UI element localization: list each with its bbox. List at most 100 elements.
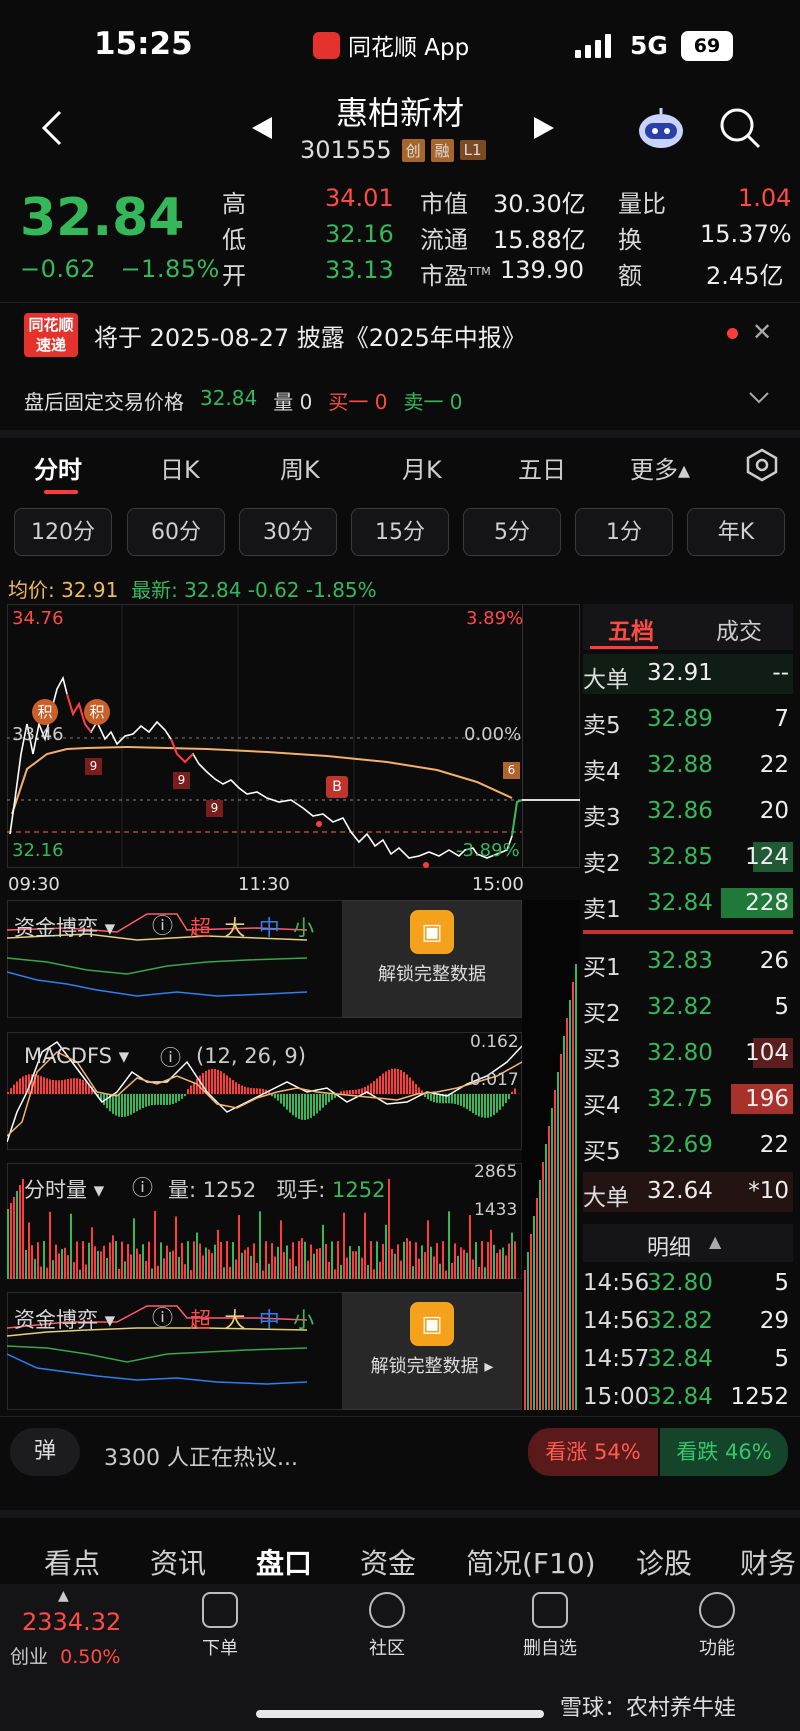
minute-60-button[interactable]: 60分 xyxy=(127,508,225,556)
news-unread-dot xyxy=(727,328,738,339)
macd-bar xyxy=(289,1094,291,1113)
sell-2-row[interactable]: 卖2 32.85 124 xyxy=(583,838,793,878)
macd-bar xyxy=(241,1085,243,1094)
news-text[interactable]: 将于 2025-08-27 披露《2025年中报》 xyxy=(94,318,526,353)
robot-assistant-icon[interactable] xyxy=(636,106,686,150)
tab-order-book[interactable]: 盘口 xyxy=(256,1542,312,1582)
sell-3-row[interactable]: 卖3 32.86 20 xyxy=(583,792,793,832)
volume-bar xyxy=(166,1245,168,1279)
tab-five-levels[interactable]: 五档 xyxy=(608,612,654,646)
unlock-overlay-2[interactable]: ▣ 解锁完整数据 ▸ xyxy=(342,1292,522,1410)
macd-bar xyxy=(373,1080,375,1094)
volume-bar xyxy=(277,1246,279,1279)
next-stock-icon[interactable] xyxy=(532,115,556,141)
strip-bar xyxy=(527,1252,529,1410)
volume-bar xyxy=(412,1266,414,1279)
tab-profile[interactable]: 简况(F10) xyxy=(466,1542,596,1582)
close-icon[interactable]: ✕ xyxy=(752,318,772,346)
help-icon-2[interactable]: ⓘ xyxy=(152,1302,173,1332)
unlock-overlay-1[interactable]: ▣ 解锁完整数据 xyxy=(342,900,522,1018)
detail-header[interactable]: 明细 ▲ xyxy=(583,1224,793,1262)
buy-2-row[interactable]: 买2 32.82 5 xyxy=(583,988,793,1028)
tab-news[interactable]: 资讯 xyxy=(150,1542,206,1582)
minute-30-button[interactable]: 30分 xyxy=(239,508,337,556)
volume-bar xyxy=(280,1220,282,1279)
tab-weekly-k[interactable]: 周K xyxy=(280,450,320,485)
minute-15-button[interactable]: 15分 xyxy=(351,508,449,556)
macd-bar xyxy=(58,1080,60,1094)
buy-3-row[interactable]: 买3 32.80 104 xyxy=(583,1034,793,1074)
volume-bar xyxy=(499,1249,501,1279)
chevron-down-icon[interactable] xyxy=(748,390,770,406)
volume-label[interactable]: 分时量 ▾ xyxy=(24,1174,104,1204)
order-button[interactable]: 下单 xyxy=(175,1592,265,1660)
volume-bar xyxy=(514,1241,516,1279)
marker-nine-1: 9 xyxy=(85,758,102,775)
news-logo: 同花顺 速递 xyxy=(24,313,78,357)
macd-help-icon[interactable]: ⓘ xyxy=(160,1042,181,1072)
macd-bar xyxy=(136,1094,138,1112)
network-type: 5G xyxy=(630,31,668,60)
sell-5-row[interactable]: 卖5 32.89 7 xyxy=(583,700,793,740)
marker-buy[interactable]: B xyxy=(326,776,348,798)
volume-bar xyxy=(91,1227,93,1279)
sell-4-row[interactable]: 卖4 32.88 22 xyxy=(583,746,793,786)
macd-bar xyxy=(235,1082,237,1094)
buy-1-row[interactable]: 买1 32.83 26 xyxy=(583,942,793,982)
tab-daily-k[interactable]: 日K xyxy=(160,450,200,485)
vote-up-button[interactable]: 看涨 54% xyxy=(528,1428,658,1476)
index-info[interactable]: 创业 0.50% xyxy=(10,1642,120,1669)
volume-bar xyxy=(433,1256,435,1279)
marker-ji-1[interactable]: 积 xyxy=(32,699,58,725)
tab-highlights[interactable]: 看点 xyxy=(44,1542,100,1582)
tab-trades[interactable]: 成交 xyxy=(716,612,762,646)
minute-5-button[interactable]: 5分 xyxy=(463,508,561,556)
index-value[interactable]: 2334.32 xyxy=(22,1608,121,1636)
volume-bar xyxy=(10,1203,12,1279)
buy-4-row[interactable]: 买4 32.75 196 xyxy=(583,1080,793,1120)
functions-button[interactable]: 功能 xyxy=(672,1592,762,1660)
volume-bar xyxy=(307,1260,309,1279)
tab-finance[interactable]: 财务 xyxy=(740,1542,796,1582)
volume-bar xyxy=(232,1242,234,1279)
tab-more[interactable]: 更多▴ xyxy=(630,450,690,485)
marker-six: 6 xyxy=(503,762,520,779)
macd-bar xyxy=(388,1069,390,1094)
minute-120-button[interactable]: 120分 xyxy=(14,508,112,556)
community-button[interactable]: 社区 xyxy=(342,1592,432,1660)
x-label-close: 15:00 xyxy=(472,874,524,895)
capital-label-2[interactable]: 资金博弈 ▾ xyxy=(14,1304,115,1334)
volume-bar xyxy=(316,1248,318,1279)
mcap-value: 30.30亿 xyxy=(493,190,586,218)
tab-diagnosis[interactable]: 诊股 xyxy=(636,1542,692,1582)
volume-bar xyxy=(382,1243,384,1279)
remove-watchlist-button[interactable]: 删自选 xyxy=(505,1592,595,1660)
chart-y-min: 32.16 xyxy=(12,840,64,861)
settings-icon[interactable] xyxy=(744,448,780,482)
volume-bar xyxy=(109,1242,111,1279)
minute-1-button[interactable]: 1分 xyxy=(575,508,673,556)
tab-intraday[interactable]: 分时 xyxy=(34,450,82,485)
buy-5-row[interactable]: 买5 32.69 22 xyxy=(583,1126,793,1166)
volume-bar xyxy=(475,1242,477,1279)
search-icon[interactable] xyxy=(718,106,762,150)
volume-help-icon[interactable]: ⓘ xyxy=(132,1172,153,1202)
discussion-text[interactable]: 3300 人正在热议... xyxy=(104,1440,298,1472)
year-k-button[interactable]: 年K xyxy=(687,508,785,556)
volume-bar xyxy=(190,1270,192,1279)
ob-tab-underline xyxy=(590,646,658,649)
volume-bar xyxy=(67,1255,69,1279)
macd-bar xyxy=(238,1084,240,1094)
tab-five-day[interactable]: 五日 xyxy=(518,450,566,485)
tab-monthly-k[interactable]: 月K xyxy=(402,450,442,485)
sell-1-row[interactable]: 卖1 32.84 228 xyxy=(583,884,793,924)
capital-label-1[interactable]: 资金博弈 ▾ xyxy=(14,912,115,942)
strip-bar xyxy=(524,1270,526,1410)
vote-down-button[interactable]: 看跌 46% xyxy=(660,1428,788,1476)
macd-label[interactable]: MACDFS ▾ xyxy=(24,1044,129,1068)
tab-capital[interactable]: 资金 xyxy=(360,1542,416,1582)
marker-ji-2[interactable]: 积 xyxy=(84,699,110,725)
discussion-avatar[interactable]: 弹 xyxy=(10,1428,80,1476)
index-up-icon: ▲ xyxy=(58,1588,69,1604)
help-icon[interactable]: ⓘ xyxy=(152,910,173,940)
